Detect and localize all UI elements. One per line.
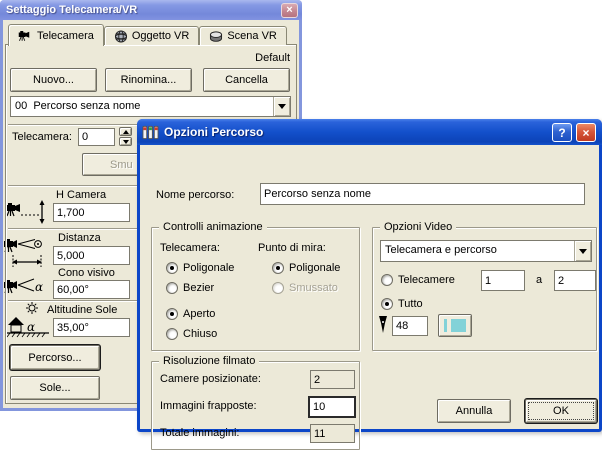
h-camera-input[interactable] <box>53 203 130 222</box>
chevron-down-icon <box>123 140 129 144</box>
close-icon[interactable]: × <box>281 3 298 18</box>
camere-posizionate-value <box>310 370 355 389</box>
opzioni-video-group: Opzioni Video Telecamera e percorso Tele… <box>372 227 597 351</box>
telecamere-to-input[interactable] <box>554 270 596 291</box>
group-title: Controlli animazione <box>159 221 267 233</box>
tab-label: Scena VR <box>227 30 277 42</box>
ok-button[interactable]: OK <box>525 399 597 423</box>
controlli-telecamera-label: Telecamera: <box>160 242 220 254</box>
radio-tutto[interactable]: Tutto <box>381 298 423 310</box>
percorso-combobox[interactable]: 00 Percorso senza nome <box>10 96 291 117</box>
radio-icon <box>166 282 178 294</box>
percorso-button[interactable]: Percorso... <box>10 345 100 370</box>
radio-label: Chiuso <box>183 328 217 340</box>
telecamera-number-input[interactable] <box>78 128 115 146</box>
chevron-up-icon <box>123 130 129 134</box>
radio-aperto[interactable]: Aperto <box>166 308 215 320</box>
tab-oggetto-vr[interactable]: Oggetto VR <box>104 26 199 45</box>
risoluzione-filmato-group: Risoluzione filmato Camere posizionate: … <box>151 361 360 450</box>
pencils-app-icon <box>142 125 159 140</box>
line-color-button[interactable] <box>438 314 472 337</box>
opzioni-percorso-dialog: Opzioni Percorso ? × Nome percorso: Cont… <box>137 119 602 432</box>
cancella-button[interactable]: Cancella <box>203 68 290 92</box>
radio-label: Bezier <box>183 282 214 294</box>
immagini-frapposte-label: Immagini frapposte: <box>160 400 257 412</box>
cono-visivo-input[interactable] <box>53 280 130 299</box>
group-title: Risoluzione filmato <box>159 355 259 367</box>
radio-label: Smussato <box>289 282 338 294</box>
spin-down-button[interactable] <box>119 137 132 146</box>
dialog-body: Nome percorso: Controlli animazione Tele… <box>140 145 599 429</box>
distanza-input[interactable] <box>53 246 130 265</box>
radio-icon <box>272 282 284 294</box>
spin-up-button[interactable] <box>119 127 132 136</box>
video-mode-value: Telecamera e percorso <box>381 241 574 261</box>
radio-telecamere[interactable]: Telecamere <box>381 274 455 286</box>
radio-icon <box>272 262 284 274</box>
settaggio-title: Settaggio Telecamera/VR <box>6 4 137 16</box>
nome-percorso-input[interactable] <box>260 183 585 205</box>
tab-telecamera[interactable]: Telecamera <box>8 24 104 46</box>
dialog-titlebar: Opzioni Percorso <box>137 119 602 145</box>
pen-icon <box>377 315 389 335</box>
radio-icon <box>381 274 393 286</box>
radio-icon <box>166 308 178 320</box>
color-swatch <box>451 319 466 332</box>
camera-tripod-icon <box>18 29 33 42</box>
radio-mira-poligonale[interactable]: Poligonale <box>272 262 340 274</box>
radio-label: Aperto <box>183 308 215 320</box>
radio-telecamera-bezier[interactable]: Bezier <box>166 282 214 294</box>
combo-dropdown-button[interactable] <box>273 97 290 116</box>
a-label: a <box>536 274 542 286</box>
globe-icon <box>114 30 128 43</box>
sole-button[interactable]: Sole... <box>10 376 100 400</box>
radio-telecamera-poligonale[interactable]: Poligonale <box>166 262 234 274</box>
totale-immagini-value <box>310 424 355 443</box>
radio-label: Telecamere <box>398 274 455 286</box>
controlli-animazione-group: Controlli animazione Telecamera: Punto d… <box>151 227 360 351</box>
radio-icon <box>166 262 178 274</box>
chevron-down-icon <box>278 104 286 109</box>
radio-chiuso[interactable]: Chiuso <box>166 328 217 340</box>
nuovo-button[interactable]: Nuovo... <box>10 68 97 92</box>
settaggio-titlebar: Settaggio Telecamera/VR <box>0 0 302 20</box>
pen-size-input[interactable] <box>392 316 428 336</box>
line-sample <box>444 319 447 332</box>
tab-scena-vr[interactable]: Scena VR <box>199 26 287 45</box>
radio-label: Poligonale <box>183 262 234 274</box>
totale-immagini-label: Totale immagini: <box>160 427 239 439</box>
punto-di-mira-label: Punto di mira: <box>258 242 326 254</box>
tabstrip: Telecamera Oggetto VR Scena VR <box>8 23 287 45</box>
combo-dropdown-button[interactable] <box>574 241 591 261</box>
telecamere-from-input[interactable] <box>481 270 525 291</box>
tab-label: Oggetto VR <box>132 30 189 42</box>
altitudine-sole-input[interactable] <box>53 318 130 337</box>
tab-label: Telecamera <box>37 30 94 42</box>
chevron-down-icon <box>579 249 587 254</box>
sphere-icon <box>209 30 223 43</box>
telecamera-spinner <box>119 127 132 146</box>
dialog-title: Opzioni Percorso <box>164 125 263 139</box>
radio-mira-smussato: Smussato <box>272 282 338 294</box>
radio-icon <box>166 328 178 340</box>
camere-posizionate-label: Camere posizionate: <box>160 373 261 385</box>
radio-label: Poligonale <box>289 262 340 274</box>
radio-icon <box>381 298 393 310</box>
help-icon[interactable]: ? <box>552 123 572 142</box>
video-mode-combobox[interactable]: Telecamera e percorso <box>380 240 592 262</box>
radio-label: Tutto <box>398 298 423 310</box>
group-title: Opzioni Video <box>380 221 456 233</box>
close-icon[interactable]: × <box>576 123 596 142</box>
rinomina-button[interactable]: Rinomina... <box>105 68 192 92</box>
nome-percorso-label: Nome percorso: <box>156 189 234 201</box>
annulla-button[interactable]: Annulla <box>437 399 511 423</box>
immagini-frapposte-input[interactable] <box>308 396 356 418</box>
percorso-combobox-value: 00 Percorso senza nome <box>11 97 273 116</box>
